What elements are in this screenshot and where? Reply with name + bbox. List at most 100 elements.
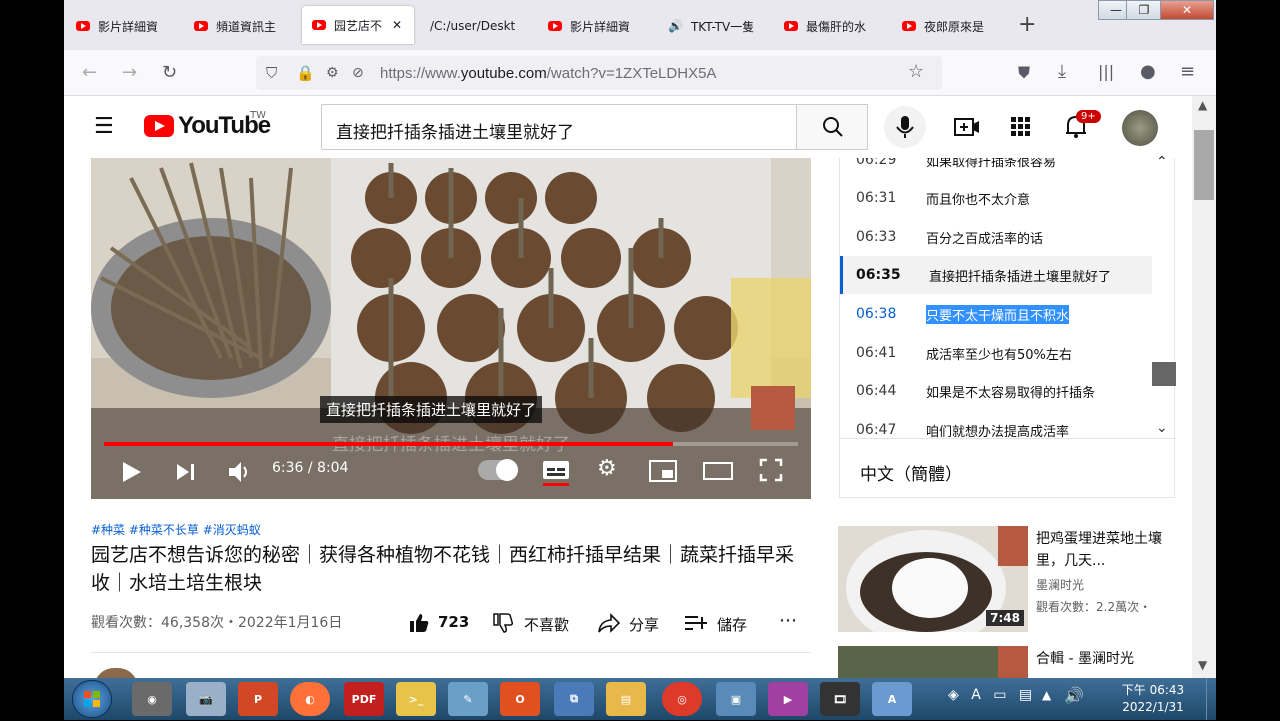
volume-tray-icon[interactable]: 🔊 <box>1064 686 1084 705</box>
transcript-item[interactable]: 06:31 而且你也不太介意 <box>840 179 1152 217</box>
avatar[interactable] <box>1122 110 1158 146</box>
show-desktop-button[interactable] <box>1206 678 1216 720</box>
theater-mode-icon[interactable] <box>703 460 733 482</box>
tab-active[interactable]: 园艺店不 ✕ <box>302 6 414 44</box>
new-tab-button[interactable]: + <box>1018 12 1036 37</box>
search-button[interactable] <box>796 104 868 150</box>
share-label[interactable]: 分享 <box>629 614 659 635</box>
pocket-icon[interactable]: ⛊ <box>1018 63 1030 83</box>
transcript-item[interactable]: 06:29 如果取得扦插条很容易 <box>840 158 1152 179</box>
transcript-item[interactable]: 06:41 成活率至少也有50%左右 <box>840 334 1152 372</box>
tab-1[interactable]: 影片詳細資 <box>76 10 186 42</box>
photo-viewer-icon[interactable]: ▣ <box>716 682 756 716</box>
notepad-icon[interactable]: ✎ <box>448 682 488 716</box>
bookmark-star-icon[interactable]: ☆ <box>908 62 924 82</box>
permissions-icon[interactable]: ⚙ <box>326 63 339 83</box>
powershell-icon[interactable]: >_ <box>396 682 436 716</box>
youtube-favicon-icon <box>548 21 562 31</box>
app-icon[interactable]: ◉ <box>132 682 172 716</box>
lock-icon[interactable]: 🔒 <box>296 63 315 83</box>
scroll-down-icon[interactable]: ⌄ <box>1156 420 1168 436</box>
more-actions-icon[interactable]: ⋯ <box>779 610 797 631</box>
camera-app-icon[interactable]: 📷 <box>186 682 226 716</box>
film-app-icon[interactable]: 🎞 <box>820 682 860 716</box>
transcript-item-current[interactable]: 06:35 直接把扦插条插进土壤里就好了 <box>840 256 1152 294</box>
library-icon[interactable]: ||| <box>1098 62 1114 82</box>
autoplay-toggle[interactable] <box>478 459 518 481</box>
language-selector[interactable]: 中文（簡體） <box>860 460 962 485</box>
video-editor-icon[interactable]: ▶ <box>768 682 808 716</box>
transcript-item[interactable]: 06:47 咱们就想办法提高成活率 <box>840 411 1152 438</box>
maximize-button[interactable]: ❐ <box>1126 0 1162 20</box>
file-explorer-icon[interactable]: ▤ <box>606 682 646 716</box>
downloads-icon[interactable]: ⤓ <box>1058 62 1066 82</box>
show-hidden-icons-icon[interactable]: ▲ <box>1042 688 1051 702</box>
suggestion-channel[interactable]: 墨澜时光 <box>1036 576 1084 593</box>
close-window-button[interactable]: ✕ <box>1160 0 1214 20</box>
shield-icon[interactable]: ⛉ <box>266 63 277 83</box>
network-app-icon[interactable]: ⧉ <box>554 682 594 716</box>
miniplayer-icon[interactable] <box>649 460 677 482</box>
transcript-scroll-thumb[interactable] <box>1152 362 1176 386</box>
dislike-thumb-icon[interactable] <box>492 612 514 634</box>
office-icon[interactable]: O <box>500 682 540 716</box>
start-button[interactable] <box>72 680 112 718</box>
tab-close-icon[interactable]: ✕ <box>392 18 402 32</box>
tab-5[interactable]: 影片詳細資 <box>548 10 660 42</box>
voice-search-button[interactable] <box>884 106 926 148</box>
chrome-icon[interactable]: ◎ <box>662 682 702 716</box>
suggestion-title[interactable]: 把鸡蛋埋进菜地土壤里，几天... <box>1036 528 1186 572</box>
next-icon[interactable] <box>175 462 197 482</box>
channel-avatar[interactable] <box>94 668 138 678</box>
scroll-up-icon[interactable]: ⌃ <box>1156 154 1168 170</box>
subtitles-icon[interactable] <box>542 458 570 486</box>
progress-bar[interactable] <box>104 442 798 446</box>
menu-icon[interactable]: ≡ <box>1180 62 1195 82</box>
back-icon[interactable]: ← <box>82 63 97 83</box>
text-editor-icon[interactable]: A <box>872 682 912 716</box>
url-bar[interactable]: ⛉ 🔒 ⚙ ⊘ https://www.youtube.com/watch?v=… <box>256 56 942 90</box>
save-playlist-icon[interactable] <box>684 614 708 634</box>
powerpoint-icon[interactable]: P <box>238 682 278 716</box>
share-arrow-icon[interactable] <box>597 612 621 634</box>
reload-icon[interactable]: ↻ <box>162 63 177 83</box>
tab-2[interactable]: 頻道資訊主 <box>194 10 306 42</box>
volume-icon[interactable] <box>227 460 253 484</box>
tab-4[interactable]: /C:/user/Deskt <box>430 10 538 42</box>
transcript-item[interactable]: 06:44 如果是不太容易取得的扦插条 <box>840 372 1152 410</box>
page-scroll-up-icon[interactable]: ▲ <box>1198 98 1207 112</box>
transcript-item-selected[interactable]: 06:38 只要不太干燥而且不积水 <box>840 295 1152 333</box>
like-thumb-icon[interactable] <box>408 612 430 634</box>
search-input[interactable]: 直接把扦插条插进土壤里就好了 <box>321 104 797 150</box>
apps-grid-icon[interactable] <box>1010 116 1032 138</box>
transcript-item[interactable]: 06:33 百分之百成活率的话 <box>840 218 1152 256</box>
hamburger-menu-icon[interactable]: ☰ <box>94 114 114 139</box>
create-video-icon[interactable] <box>954 116 980 138</box>
suggestion-thumbnail[interactable]: 7:48 <box>838 526 1028 632</box>
youtube-logo-icon[interactable] <box>144 115 174 137</box>
page-scroll-thumb[interactable] <box>1194 130 1214 200</box>
no-tracking-icon[interactable]: ⊘ <box>352 63 364 83</box>
page-scroll-down-icon[interactable]: ▼ <box>1198 658 1207 672</box>
fullscreen-icon[interactable] <box>759 458 783 482</box>
suggestion-thumbnail[interactable] <box>838 646 1028 678</box>
like-count[interactable]: 723 <box>438 613 469 631</box>
tab-6[interactable]: 🔊 TKT-TV一隻 <box>668 10 780 42</box>
play-icon[interactable] <box>121 460 143 484</box>
url-text[interactable]: https://www.youtube.com/watch?v=1ZXTeLDH… <box>380 65 716 82</box>
forward-icon[interactable]: → <box>122 63 137 83</box>
tab-8[interactable]: 夜郎原來是 <box>902 10 1012 42</box>
dislike-label[interactable]: 不喜歡 <box>524 614 569 635</box>
clock[interactable]: 下午 06:43 2022/1/31 <box>1108 682 1198 716</box>
settings-gear-icon[interactable]: ⚙ <box>597 456 617 481</box>
suggestion-title[interactable]: 合輯 - 墨澜时光 <box>1036 648 1134 668</box>
save-label[interactable]: 儲存 <box>717 614 747 635</box>
transcript-list[interactable]: 06:29 如果取得扦插条很容易 06:31 而且你也不太介意 06:33 百分之百成… <box>840 158 1152 438</box>
tab-7[interactable]: 最傷肝的水 <box>784 10 894 42</box>
hashtags[interactable]: #种菜 #种菜不长草 #消灭蚂蚁 <box>91 521 261 538</box>
tray-icons[interactable]: ◈ A ▭ ▤ <box>948 687 1036 703</box>
firefox-icon[interactable]: ◐ <box>290 682 330 716</box>
pdf-icon[interactable]: PDF <box>344 682 384 716</box>
account-icon[interactable]: ● <box>1140 62 1156 82</box>
video-player[interactable]: 直接把扦插条插进土壤里就好了 直接把扦插条插进土壤里就好了 6:36 / 8:0… <box>91 158 811 499</box>
